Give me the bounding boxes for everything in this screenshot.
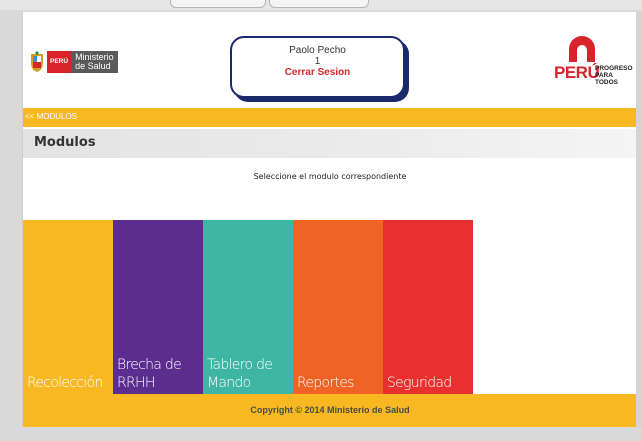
peru-progreso-logo: PERÚ PROGRESO PARA TODOS [554,34,634,86]
scrollbar[interactable] [636,12,642,427]
user-name: Paolo Pecho [289,45,346,56]
module-tile-recoleccion[interactable]: Recolección [23,220,113,402]
browser-tab[interactable] [269,0,369,8]
user-id: 1 [314,56,321,67]
page-frame: PERÚ Ministerio de Salud Paolo Pecho 1 C… [22,12,636,427]
peru-flag-label: PERÚ [47,51,72,73]
module-tile-reportes[interactable]: Reportes [293,220,383,402]
module-label: Recolección [27,375,103,391]
module-label: Reportes [297,375,354,391]
user-session-box: Paolo Pecho 1 Cerrar Sesion [230,36,405,98]
coat-of-arms-icon [31,51,43,72]
browser-chrome [0,0,642,10]
copyright-text: Copyright © 2014 Ministerio de Salud [250,405,410,415]
module-tile-tablero-mando[interactable]: Tablero de Mando [203,220,293,402]
module-label: Brecha de RRHH [117,357,182,391]
minsa-name: Ministerio de Salud [75,53,114,71]
arch-icon [569,36,595,62]
logout-link[interactable]: Cerrar Sesion [232,67,403,78]
module-tiles: Recolección Brecha de RRHH Tablero de Mand… [23,220,473,402]
module-label: Tablero de Mando [207,357,273,391]
minsa-name-line2: de Salud [75,61,111,71]
footer: Copyright © 2014 Ministerio de Salud [23,394,636,427]
minsa-block: PERÚ Ministerio de Salud [47,51,118,73]
module-tile-brecha-rrhh[interactable]: Brecha de RRHH [113,220,203,402]
module-label: Seguridad [387,375,452,391]
breadcrumb-modulos-link[interactable]: << MODULOS [25,112,77,121]
minsa-logo: PERÚ Ministerio de Salud [29,50,118,74]
header: PERÚ Ministerio de Salud Paolo Pecho 1 C… [23,12,636,108]
peru-logo-tag-line2: PARA TODOS [595,72,618,86]
page-title: Modulos [34,135,96,150]
breadcrumb-bar: << MODULOS [23,108,636,127]
module-tile-seguridad[interactable]: Seguridad [383,220,473,402]
peru-logo-tag-line1: PROGRESO [595,65,633,72]
browser-tab[interactable] [170,0,266,8]
peru-logo-word: PERÚ [554,63,600,82]
peru-logo-tagline: PROGRESO PARA TODOS [595,65,634,86]
title-bar: Modulos [23,129,636,158]
instruction-text: Seleccione el modulo correspondiente [253,172,407,181]
